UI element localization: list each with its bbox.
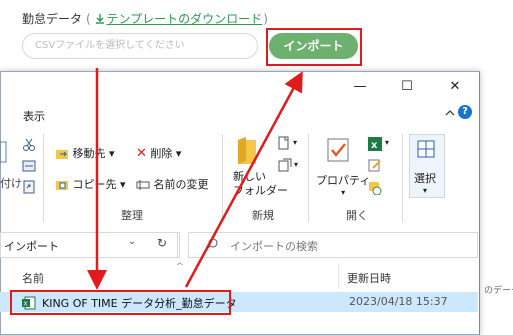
arrow-to-import [184,71,303,288]
annotation-arrows [87,68,303,290]
